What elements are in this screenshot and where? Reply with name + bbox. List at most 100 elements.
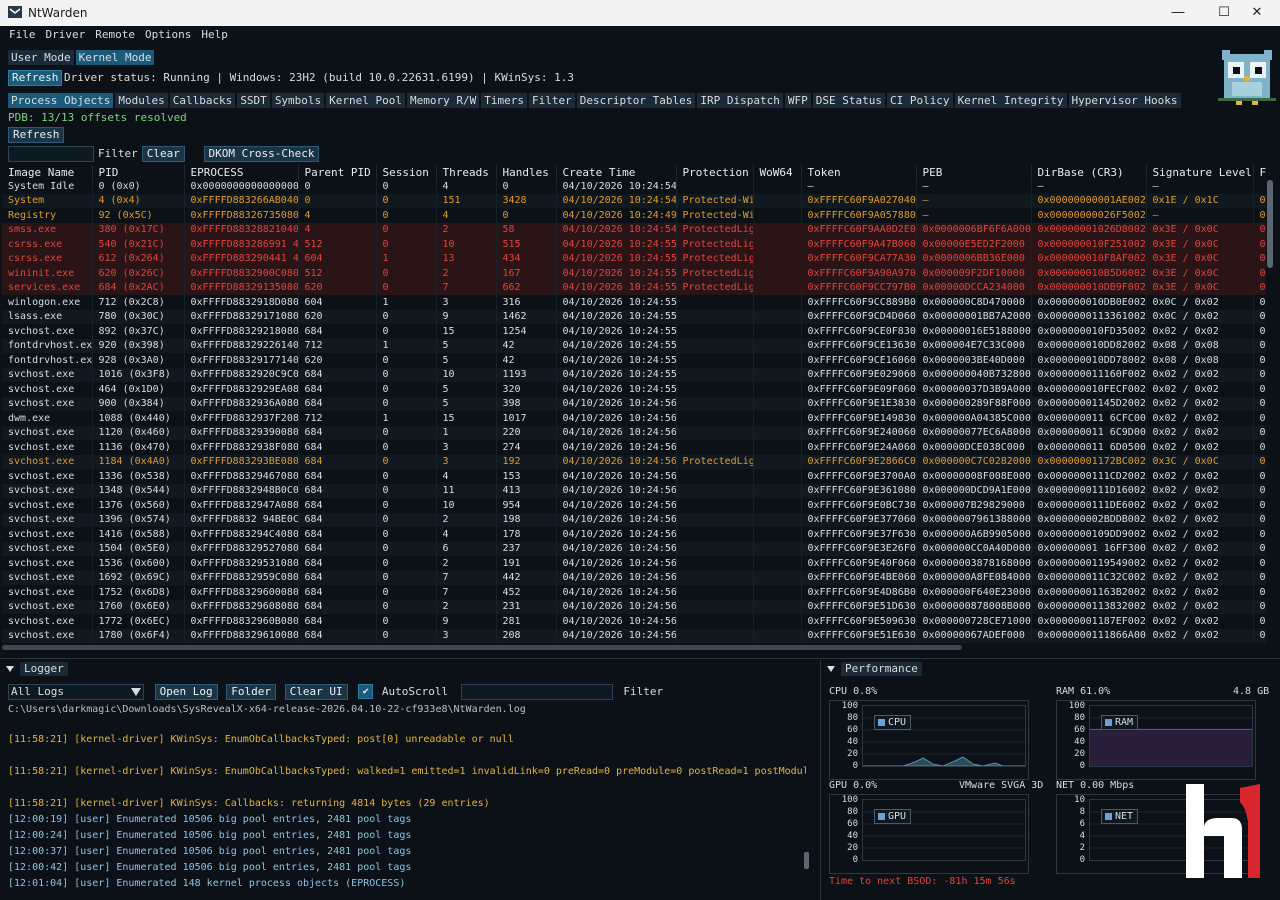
table-cell: 0 (496, 179, 557, 194)
tab-modules[interactable]: Modules (115, 93, 168, 108)
table-row[interactable]: dwm.exe 1088 (0x440) 0xFFFFD8832937F2080 71… (2, 411, 1266, 426)
table-cell (753, 295, 802, 310)
tab-process-objects[interactable]: Process Objects (8, 93, 114, 108)
tab-hypervisor-hooks[interactable]: Hypervisor Hooks (1068, 93, 1181, 108)
table-row[interactable]: svchost.exe 1760 (0x6E0) 0xFFFFD8832960808… (2, 599, 1266, 614)
table-cell: 604 (298, 251, 377, 266)
table-cell: 684 (298, 527, 377, 542)
table-row[interactable]: svchost.exe 1772 (0x6EC) 0xFFFFD8832960B08… (2, 614, 1266, 629)
tab-kernel-mode[interactable]: Kernel Mode (75, 50, 155, 65)
log-level-select[interactable]: All Logs (8, 684, 144, 700)
refresh-button[interactable]: Refresh (8, 70, 63, 86)
clear-ui-button[interactable]: Clear UI (284, 684, 348, 700)
column-header[interactable]: PEB (916, 165, 1032, 179)
table-cell: svchost.exe (2, 454, 93, 469)
table-row[interactable]: svchost.exe 1016 (0x3F8) 0xFFFFD8832920C9C… (2, 367, 1266, 382)
column-header[interactable]: Token (801, 165, 917, 179)
menu-remote[interactable]: Remote (90, 26, 140, 43)
clear-button[interactable]: Clear (141, 146, 185, 162)
tab-timers[interactable]: Timers (481, 93, 528, 108)
table-row[interactable]: svchost.exe 1376 (0x560) 0xFFFFD8832947A08… (2, 498, 1266, 513)
menu-file[interactable]: File (4, 26, 41, 43)
table-row[interactable]: svchost.exe 1692 (0x69C) 0xFFFFD8832959C08… (2, 570, 1266, 585)
table-row[interactable]: Registry 92 (0x5C) 0xFFFFD88326735080 4 0 4 0 0… (2, 208, 1266, 223)
filter-input[interactable] (8, 146, 94, 162)
column-header[interactable]: Protection (676, 165, 754, 179)
tab-kernel-pool[interactable]: Kernel Pool (326, 93, 406, 108)
log-filter-input[interactable] (460, 684, 613, 700)
logger-header[interactable]: Logger (0, 662, 68, 676)
table-row[interactable]: svchost.exe 464 (0x1D0) 0xFFFFD8832929EA08… (2, 382, 1266, 397)
table-vertical-scrollbar[interactable] (1267, 180, 1273, 268)
table-cell: svchost.exe (2, 469, 93, 484)
column-header[interactable]: WoW64 (753, 165, 802, 179)
pdb-status: PDB: 13/13 offsets resolved (8, 111, 187, 124)
table-row[interactable]: svchost.exe 1120 (0x460) 0xFFFFD8832939008… (2, 425, 1266, 440)
column-header[interactable]: Threads (436, 165, 497, 179)
table-row[interactable]: svchost.exe 900 (0x384) 0xFFFFD8832936A080… (2, 396, 1266, 411)
table-row[interactable]: svchost.exe 1780 (0x6F4) 0xFFFFD8832961008… (2, 628, 1266, 643)
column-header[interactable]: Handles (496, 165, 557, 179)
tab-irp-dispatch[interactable]: IRP Dispatch (697, 93, 783, 108)
log-scrollbar[interactable] (804, 852, 809, 869)
table-row[interactable]: smss.exe 380 (0x17C) 0xFFFFD88328821040 4 0 2… (2, 222, 1266, 237)
column-header[interactable]: F (1253, 165, 1266, 179)
tab-filter[interactable]: Filter (529, 93, 575, 108)
table-row[interactable]: csrss.exe 540 (0x21C) 0xFFFFD883286991 40 5… (2, 237, 1266, 252)
performance-header[interactable]: Performance (821, 662, 922, 676)
table-row[interactable]: svchost.exe 1396 (0x574) 0xFFFFD8832 94BE0… (2, 512, 1266, 527)
tab-dse-status[interactable]: DSE Status (812, 93, 885, 108)
column-header[interactable]: Signature Level (1146, 165, 1254, 179)
table-row[interactable]: wininit.exe 620 (0x26C) 0xFFFFD8832900C080… (2, 266, 1266, 281)
tab-memory-rw[interactable]: Memory R/W (407, 93, 480, 108)
table-row[interactable]: svchost.exe 892 (0x37C) 0xFFFFD88329218080… (2, 324, 1266, 339)
table-row[interactable]: fontdrvhost.ex 920 (0x398) 0xFFFFD88329226… (2, 338, 1266, 353)
table-row[interactable]: svchost.exe 1136 (0x470) 0xFFFFD8832938F08… (2, 440, 1266, 455)
column-header[interactable]: EPROCESS (184, 165, 299, 179)
close-button[interactable]: ✕ (1234, 0, 1280, 26)
column-header[interactable]: Create Time (556, 165, 677, 179)
column-header[interactable]: DirBase (CR3) (1031, 165, 1147, 179)
table-row[interactable]: svchost.exe 1536 (0x600) 0xFFFFD8832953108… (2, 556, 1266, 571)
folder-button[interactable]: Folder (226, 684, 276, 700)
column-header[interactable]: Parent PID (298, 165, 377, 179)
table-cell: 0xFFFFD88329610080 (184, 628, 299, 643)
table-horizontal-scrollbar[interactable] (2, 645, 962, 650)
tab-callbacks[interactable]: Callbacks (169, 93, 236, 108)
table-row[interactable]: lsass.exe 780 (0x30C) 0xFFFFD88329171080 62… (2, 309, 1266, 324)
tab-ci-policy[interactable]: CI Policy (886, 93, 953, 108)
tab-kernel-integrity[interactable]: Kernel Integrity (954, 93, 1067, 108)
table-row[interactable]: System Idle 0 (0x0) 0x0000000000000000 0 0 4 0… (2, 179, 1266, 194)
collapse-triangle-icon[interactable] (827, 666, 835, 672)
menu-options[interactable]: Options (140, 26, 196, 43)
open-log-button[interactable]: Open Log (154, 684, 218, 700)
table-row[interactable]: svchost.exe 1348 (0x544) 0xFFFFD8832948B0C… (2, 483, 1266, 498)
collapse-triangle-icon[interactable] (6, 666, 14, 672)
column-header[interactable]: PID (92, 165, 185, 179)
tab-wfp[interactable]: WFP (784, 93, 811, 108)
autoscroll-checkbox[interactable]: ✔ (358, 684, 374, 699)
tab-descriptor-tables[interactable]: Descriptor Tables (576, 93, 696, 108)
table-row[interactable]: svchost.exe 1504 (0x5E0) 0xFFFFD8832952708… (2, 541, 1266, 556)
tab-ssdt[interactable]: SSDT (237, 93, 270, 108)
menu-driver[interactable]: Driver (41, 26, 91, 43)
driver-status-row: Refresh Driver status: Running | Windows… (8, 70, 574, 86)
refresh-objects-button[interactable]: Refresh (8, 127, 65, 143)
table-row[interactable]: fontdrvhost.ex 928 (0x3A0) 0xFFFFD88329177… (2, 353, 1266, 368)
minimize-button[interactable]: ― (1155, 0, 1201, 26)
menu-help[interactable]: Help (196, 26, 233, 43)
column-header[interactable]: Image Name (2, 165, 93, 179)
table-row[interactable]: svchost.exe 1336 (0x538) 0xFFFFD8832946708… (2, 469, 1266, 484)
tab-symbols[interactable]: Symbols (271, 93, 325, 108)
table-cell: 0x02 / 0x02 (1146, 498, 1254, 513)
table-row[interactable]: svchost.exe 1184 (0x4A0) 0xFFFFD883293BE08… (2, 454, 1266, 469)
table-row[interactable]: svchost.exe 1752 (0x6D8) 0xFFFFD8832960008… (2, 585, 1266, 600)
table-row[interactable]: System 4 (0x4) 0xFFFFD883266AB040 0 0 151 3428… (2, 193, 1266, 208)
tab-user-mode[interactable]: User Mode (8, 50, 74, 65)
table-row[interactable]: svchost.exe 1416 (0x588) 0xFFFFD883294C408… (2, 527, 1266, 542)
table-row[interactable]: services.exe 684 (0x2AC) 0xFFFFD8832913508… (2, 280, 1266, 295)
table-row[interactable]: csrss.exe 612 (0x264) 0xFFFFD883290441 40 6… (2, 251, 1266, 266)
table-row[interactable]: winlogon.exe 712 (0x2C8) 0xFFFFD8832918D08… (2, 295, 1266, 310)
column-header[interactable]: Session (376, 165, 437, 179)
dkom-cross-check-button[interactable]: DKOM Cross-Check (203, 146, 320, 162)
